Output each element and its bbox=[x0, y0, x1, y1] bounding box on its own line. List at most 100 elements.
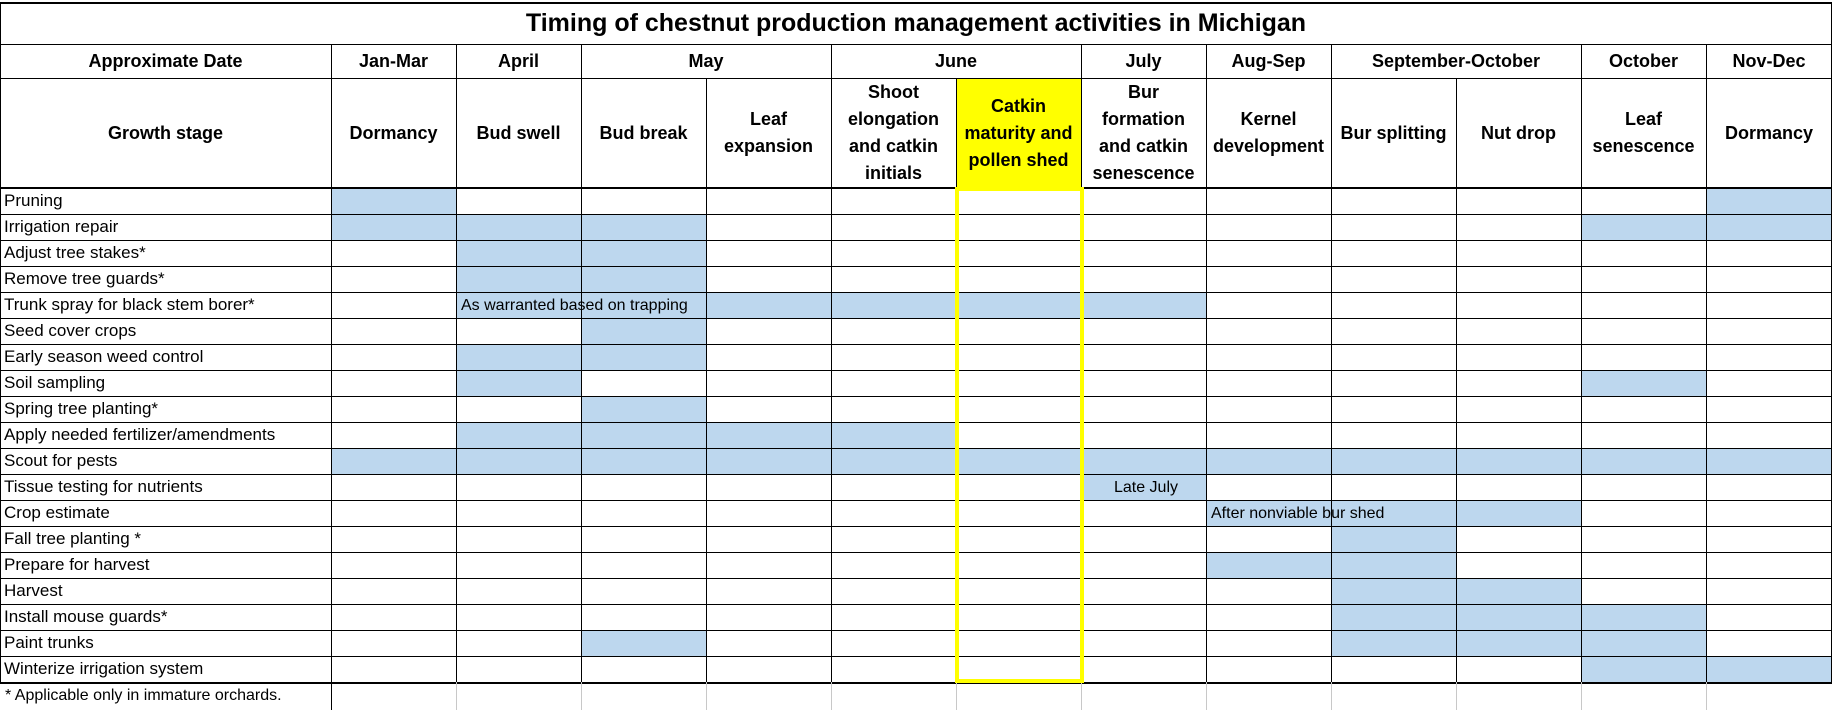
date-label: Nov-Dec bbox=[1732, 50, 1806, 71]
grid-line-v bbox=[1581, 78, 1582, 682]
grid-line-h bbox=[0, 604, 1832, 605]
stage-label: Shoot elongation and catkin initials bbox=[848, 82, 939, 183]
footnote: * Applicable only in immature orchards. bbox=[5, 687, 282, 704]
activity-bar bbox=[457, 371, 581, 396]
activity-label: Irrigation repair bbox=[4, 217, 119, 236]
grid-line-h bbox=[0, 474, 1832, 475]
grid-line-h bbox=[0, 656, 1832, 657]
stage-label: Bur splitting bbox=[1340, 122, 1447, 143]
activity-label: Spring tree planting* bbox=[4, 399, 159, 418]
grid-line-v bbox=[1706, 44, 1707, 78]
activity-label: Scout for pests bbox=[4, 451, 118, 470]
date-label: June bbox=[934, 50, 977, 71]
grid-line-v bbox=[1206, 78, 1207, 682]
sheet-title: Timing of chestnut production management… bbox=[525, 8, 1307, 37]
stage-label: Dormancy bbox=[349, 122, 438, 143]
grid-line-h bbox=[0, 344, 1832, 345]
grid-line-h bbox=[0, 266, 1832, 267]
activity-bar: After nonviable bur shed bbox=[1207, 501, 1581, 526]
activity-label: Fall tree planting * bbox=[4, 529, 142, 548]
activity-label: Install mouse guards* bbox=[4, 607, 168, 626]
grid-line-v bbox=[581, 44, 582, 78]
stage-label: Kernel development bbox=[1212, 109, 1325, 156]
grid-line-h bbox=[0, 682, 1832, 684]
grid-line-v bbox=[1081, 78, 1082, 682]
activity-bar bbox=[582, 319, 706, 344]
grid-line-v bbox=[1206, 682, 1207, 710]
grid-line-v bbox=[1331, 44, 1332, 78]
grid-line-h bbox=[0, 552, 1832, 553]
grid-line-h bbox=[0, 78, 1832, 79]
grid-line-h bbox=[0, 44, 1832, 45]
date-label: Jan-Mar bbox=[358, 50, 429, 71]
date-label: September-October bbox=[1371, 50, 1541, 71]
grid-line-v bbox=[456, 78, 457, 682]
activity-label: Soil sampling bbox=[4, 373, 106, 392]
activity-label: Seed cover crops bbox=[4, 321, 137, 340]
grid-line-v bbox=[831, 78, 832, 682]
activity-label: Winterize irrigation system bbox=[4, 659, 204, 678]
grid-line-h bbox=[0, 240, 1832, 241]
activity-bar bbox=[1332, 631, 1706, 656]
activity-label: Trunk spray for black stem borer* bbox=[4, 295, 255, 314]
activity-bar bbox=[1707, 189, 1832, 214]
grid-line-v bbox=[1456, 682, 1457, 710]
grid-line-v bbox=[831, 682, 832, 710]
activity-label: Harvest bbox=[4, 581, 63, 600]
grid-line-v bbox=[1706, 682, 1707, 710]
grid-line-v bbox=[331, 44, 332, 78]
date-label: Aug-Sep bbox=[1231, 50, 1306, 71]
grid-line-v bbox=[1581, 682, 1582, 710]
grid-line-h bbox=[0, 500, 1832, 501]
activity-label: Crop estimate bbox=[4, 503, 110, 522]
grid-line-h bbox=[0, 318, 1832, 319]
grid-line-v bbox=[581, 682, 582, 710]
grid-line-v bbox=[456, 44, 457, 78]
grid-line-h bbox=[0, 292, 1832, 293]
grid-line-v bbox=[1581, 44, 1582, 78]
activity-label: Prepare for harvest bbox=[4, 555, 150, 574]
activity-bar bbox=[332, 215, 706, 240]
stage-label: Dormancy bbox=[1724, 122, 1814, 143]
grid-line-h bbox=[0, 578, 1832, 579]
stage-label: Bud swell bbox=[476, 122, 561, 143]
grid-line-v bbox=[1081, 682, 1082, 710]
date-label: July bbox=[1125, 50, 1162, 71]
stage-label: Bud break bbox=[599, 122, 688, 143]
grid-line-v bbox=[1706, 78, 1707, 682]
stage-header: Growth stage bbox=[107, 122, 223, 143]
date-header: Approximate Date bbox=[88, 50, 243, 71]
grid-line-h bbox=[0, 526, 1832, 527]
activity-bar: Late July bbox=[1082, 475, 1206, 500]
activity-bar bbox=[582, 631, 706, 656]
activity-bar bbox=[1582, 215, 1832, 240]
grid-line-v bbox=[1206, 44, 1207, 78]
date-label: April bbox=[497, 50, 539, 71]
grid-line-v bbox=[956, 682, 957, 710]
activity-bar bbox=[332, 449, 1832, 474]
grid-line-v bbox=[581, 78, 582, 682]
activity-bar bbox=[1332, 605, 1706, 630]
activity-bar bbox=[1332, 527, 1456, 552]
stage-label: Bur formation and catkin senescence bbox=[1092, 82, 1195, 183]
date-label: May bbox=[688, 50, 724, 71]
date-label: October bbox=[1608, 50, 1678, 71]
grid-line-v bbox=[331, 78, 332, 682]
stage-label: Catkin maturity and pollen shed bbox=[964, 95, 1073, 170]
activity-label: Tissue testing for nutrients bbox=[4, 477, 203, 496]
activity-bar bbox=[582, 397, 706, 422]
stage-label: Nut drop bbox=[1481, 122, 1556, 143]
grid-line-h bbox=[0, 214, 1832, 215]
grid-line-v bbox=[331, 682, 332, 710]
grid-line-h bbox=[0, 396, 1832, 397]
activity-label: Adjust tree stakes* bbox=[4, 243, 146, 262]
spreadsheet-table: Timing of chestnut production management… bbox=[0, 0, 1832, 710]
grid-line-h bbox=[0, 422, 1832, 423]
grid-line-v bbox=[956, 78, 957, 682]
activity-label: Remove tree guards* bbox=[4, 269, 165, 288]
activity-bar bbox=[1582, 371, 1706, 396]
grid-line-v bbox=[831, 44, 832, 78]
grid-line-v bbox=[1331, 682, 1332, 710]
grid-line-v bbox=[1456, 78, 1457, 682]
grid-line-v bbox=[0, 2, 1, 682]
